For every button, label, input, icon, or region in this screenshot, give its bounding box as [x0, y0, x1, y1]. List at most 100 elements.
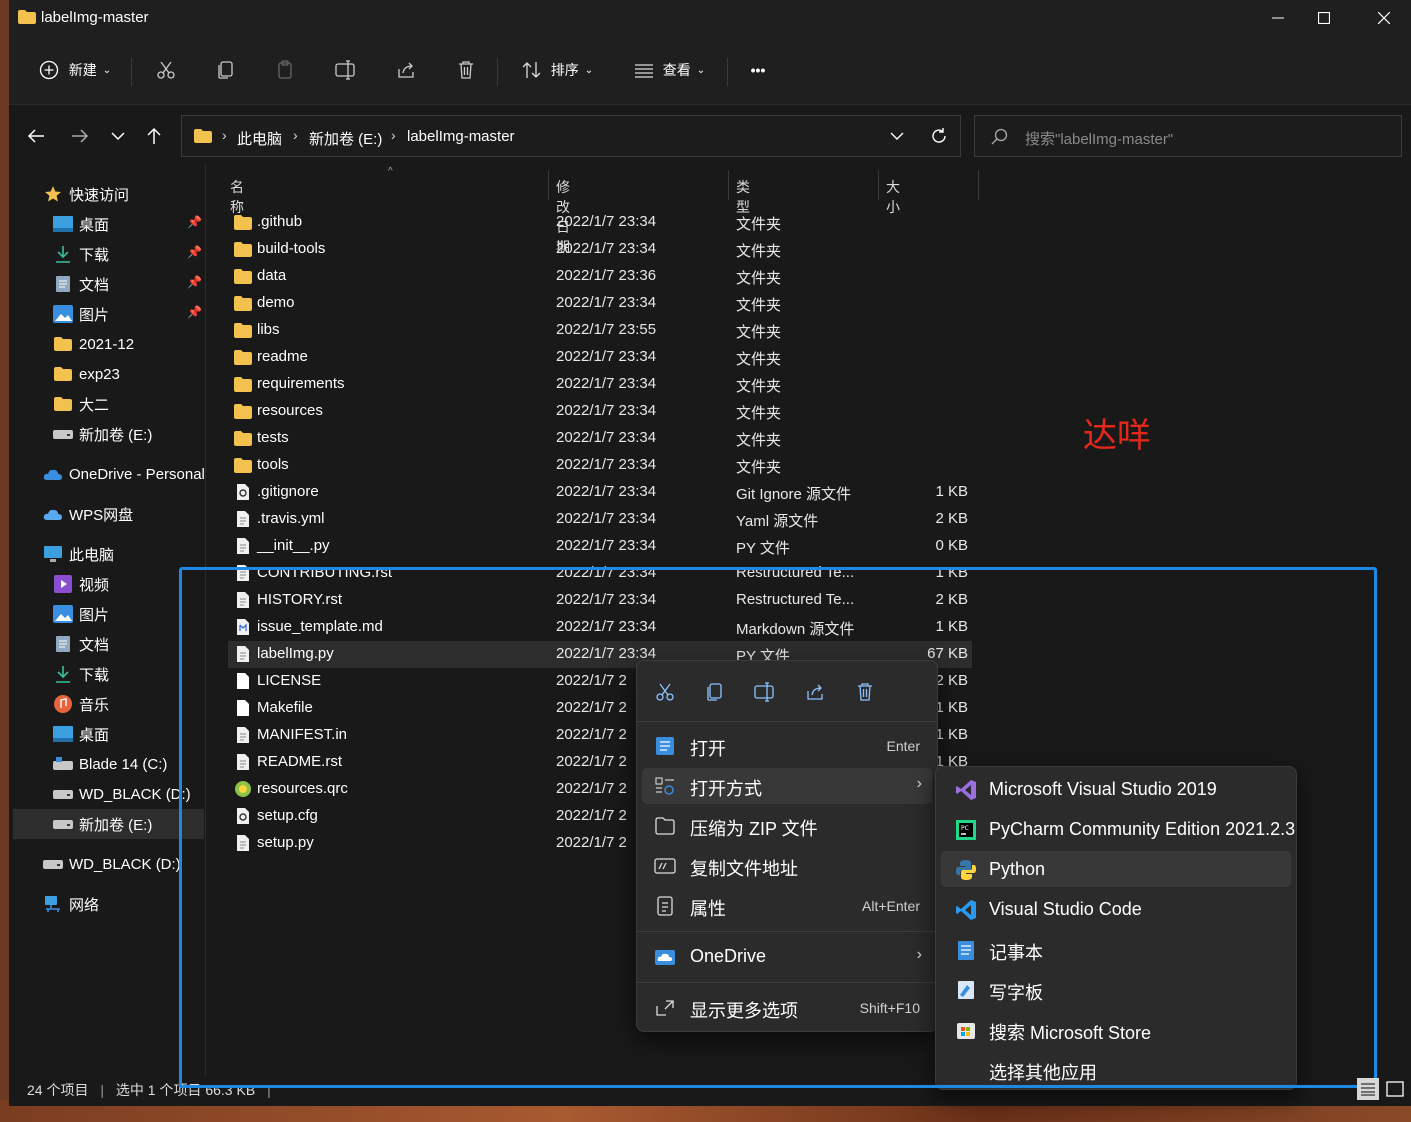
- view-button[interactable]: 查看 ⌄: [627, 50, 711, 90]
- open-with-visual-studio[interactable]: Microsoft Visual Studio 2019: [941, 771, 1291, 807]
- file-row[interactable]: .github 2022/1/7 23:34 文件夹: [228, 209, 972, 236]
- scissors-icon: [157, 61, 175, 79]
- menu-label: 打开: [690, 739, 726, 759]
- delete-button[interactable]: [451, 50, 481, 90]
- back-button[interactable]: [21, 121, 51, 151]
- ctx-properties[interactable]: 属性 Alt+Enter: [642, 888, 932, 924]
- nav-item-2021-12[interactable]: 2021-12: [53, 329, 134, 359]
- nav-item-downloads[interactable]: 下载: [53, 239, 109, 269]
- file-row[interactable]: .gitignore 2022/1/7 23:34 Git Ignore 源文件 1 …: [228, 479, 972, 506]
- nav-item-exp23[interactable]: exp23: [53, 359, 120, 389]
- file-row[interactable]: requirements 2022/1/7 23:34 文件夹: [228, 371, 972, 398]
- forward-button[interactable]: [65, 121, 95, 151]
- nav-item-downloads[interactable]: 下载: [53, 659, 109, 689]
- ctx-cut-button[interactable]: [649, 677, 681, 707]
- nav-item-documents[interactable]: 文档: [53, 269, 109, 299]
- ctx-copy-button[interactable]: [699, 677, 731, 707]
- nav-label: 新加卷 (E:): [79, 816, 153, 834]
- paste-button[interactable]: [271, 50, 301, 90]
- column-separator[interactable]: [548, 170, 549, 200]
- search-input[interactable]: 搜索"labelImg-master": [974, 115, 1402, 157]
- nav-item-drive-e[interactable]: 新加卷 (E:): [53, 809, 152, 839]
- file-row[interactable]: data 2022/1/7 23:36 文件夹: [228, 263, 972, 290]
- nav-item-desktop[interactable]: 桌面: [53, 209, 109, 239]
- recent-locations-button[interactable]: [103, 121, 133, 151]
- refresh-icon[interactable]: [930, 127, 948, 145]
- column-separator[interactable]: [978, 170, 979, 200]
- sort-button[interactable]: 排序 ⌄: [515, 50, 599, 90]
- details-view-button[interactable]: [1357, 1078, 1379, 1100]
- breadcrumb-current-folder[interactable]: labelImg-master: [407, 128, 515, 145]
- nav-item-videos[interactable]: 视频: [53, 569, 109, 599]
- menu-divider: [637, 721, 937, 722]
- ctx-share-button[interactable]: [799, 677, 831, 707]
- nav-item-documents[interactable]: 文档: [53, 629, 109, 659]
- maximize-button[interactable]: [1301, 6, 1347, 30]
- up-button[interactable]: [139, 121, 169, 151]
- nav-network[interactable]: 网络: [43, 889, 99, 919]
- open-with-pycharm[interactable]: PC PyCharm Community Edition 2021.2.3: [941, 811, 1295, 847]
- file-row[interactable]: .travis.yml 2022/1/7 23:34 Yaml 源文件 2 KB: [228, 506, 972, 533]
- open-with-python[interactable]: Python: [941, 851, 1291, 887]
- nav-item-drive-c[interactable]: Blade 14 (C:): [53, 749, 167, 779]
- file-row[interactable]: HISTORY.rst 2022/1/7 23:34 Restructured Te…: [228, 587, 972, 614]
- nav-item-desktop[interactable]: 桌面: [53, 719, 109, 749]
- ctx-open[interactable]: 打开 Enter: [642, 728, 932, 764]
- nav-item-pictures[interactable]: 图片: [53, 299, 109, 329]
- breadcrumb-this-pc[interactable]: 此电脑: [237, 128, 282, 149]
- nav-item-pictures[interactable]: 图片: [53, 599, 109, 629]
- new-button[interactable]: 新建 ⌄: [33, 50, 117, 90]
- chevron-down-icon[interactable]: [890, 132, 904, 141]
- file-row[interactable]: tests 2022/1/7 23:34 文件夹: [228, 425, 972, 452]
- copy-button[interactable]: [211, 50, 241, 90]
- file-row[interactable]: build-tools 2022/1/7 23:34 文件夹: [228, 236, 972, 263]
- ctx-rename-button[interactable]: [749, 677, 781, 707]
- chevron-right-icon: ›: [916, 946, 922, 963]
- open-with-choose-another-app[interactable]: 选择其他应用: [941, 1051, 1291, 1087]
- nav-item-drive-d[interactable]: WD_BLACK (D:): [53, 779, 191, 809]
- nav-wd-black[interactable]: WD_BLACK (D:): [43, 849, 181, 879]
- file-row[interactable]: CONTRIBUTING.rst 2022/1/7 23:34 Restructur…: [228, 560, 972, 587]
- file-row[interactable]: issue_template.md 2022/1/7 23:34 Markdown …: [228, 614, 972, 641]
- file-row[interactable]: libs 2022/1/7 23:55 文件夹: [228, 317, 972, 344]
- open-with-wordpad[interactable]: 写字板: [941, 971, 1291, 1007]
- file-row[interactable]: __init__.py 2022/1/7 23:34 PY 文件 0 KB: [228, 533, 972, 560]
- ctx-show-more-options[interactable]: 显示更多选项 Shift+F10: [642, 990, 932, 1026]
- address-bar[interactable]: › 此电脑 › 新加卷 (E:) › labelImg-master: [181, 115, 961, 157]
- nav-onedrive[interactable]: OneDrive - Personal: [43, 459, 205, 489]
- nav-item-da-er[interactable]: 大二: [53, 389, 109, 419]
- file-row[interactable]: demo 2022/1/7 23:34 文件夹: [228, 290, 972, 317]
- share-button[interactable]: [391, 50, 421, 90]
- close-button[interactable]: [1361, 6, 1407, 30]
- ctx-onedrive[interactable]: OneDrive ›: [642, 939, 932, 975]
- open-with-notepad[interactable]: 记事本: [941, 931, 1291, 967]
- file-icon: [234, 645, 252, 663]
- column-separator[interactable]: [878, 170, 879, 200]
- ctx-open-with[interactable]: 打开方式 ›: [642, 768, 932, 804]
- file-row[interactable]: resources 2022/1/7 23:34 文件夹: [228, 398, 972, 425]
- trash-icon: [858, 683, 872, 701]
- nav-label: 音乐: [79, 696, 110, 714]
- file-date: 2022/1/7 23:34: [556, 483, 657, 500]
- nav-wps[interactable]: WPS网盘: [43, 499, 133, 529]
- open-with-microsoft-store[interactable]: 搜索 Microsoft Store: [941, 1011, 1291, 1047]
- ctx-compress-zip[interactable]: 压缩为 ZIP 文件: [642, 808, 932, 844]
- column-separator[interactable]: [728, 170, 729, 200]
- search-placeholder: 搜索"labelImg-master": [1025, 131, 1174, 148]
- breadcrumb-drive-e[interactable]: 新加卷 (E:): [309, 128, 382, 149]
- minimize-button[interactable]: [1255, 6, 1301, 30]
- nav-quick-access[interactable]: 快速访问: [43, 179, 129, 209]
- file-row[interactable]: tools 2022/1/7 23:34 文件夹: [228, 452, 972, 479]
- ctx-copy-path[interactable]: 复制文件地址: [642, 848, 932, 884]
- cut-button[interactable]: [151, 50, 181, 90]
- open-with-vscode[interactable]: Visual Studio Code: [941, 891, 1291, 927]
- more-options-button[interactable]: •••: [743, 50, 773, 90]
- preview-pane-button[interactable]: [1384, 1078, 1406, 1100]
- file-row[interactable]: readme 2022/1/7 23:34 文件夹: [228, 344, 972, 371]
- nav-item-music[interactable]: 音乐: [53, 689, 109, 719]
- nav-this-pc[interactable]: 此电脑: [43, 539, 114, 569]
- ctx-delete-button[interactable]: [849, 677, 881, 707]
- videos-icon: [53, 574, 73, 594]
- rename-button[interactable]: [331, 50, 361, 90]
- nav-item-drive-e[interactable]: 新加卷 (E:): [53, 419, 152, 449]
